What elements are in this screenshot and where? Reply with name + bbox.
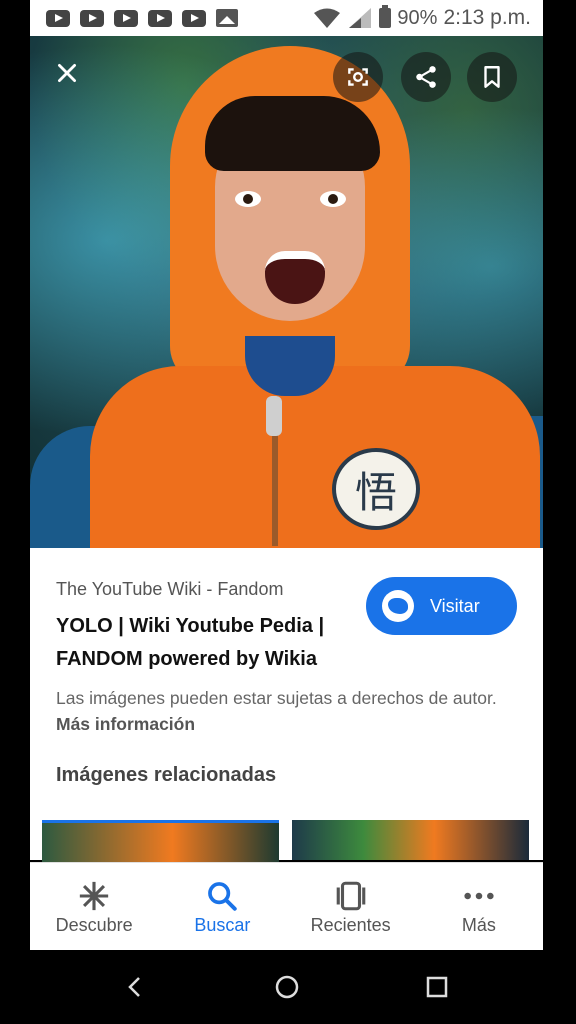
copyright-notice: Las imágenes pueden estar sujetas a dere… (56, 685, 516, 737)
youtube-notification-icon (46, 9, 70, 27)
system-navigation-bar (0, 950, 576, 1024)
nav-label: Recientes (310, 914, 391, 935)
app-frame: 90% 2:13 p.m. 悟 The YouTube Wiki - Fando… (30, 0, 543, 1024)
signal-icon (349, 8, 372, 28)
related-image-thumbnail[interactable] (292, 820, 529, 860)
notification-icons (46, 9, 238, 27)
visit-label: Visitar (430, 595, 480, 616)
rights-text: Las imágenes pueden estar sujetas a dere… (56, 688, 497, 708)
search-icon (208, 881, 238, 911)
lens-button[interactable] (333, 52, 383, 102)
nav-label: Buscar (194, 914, 251, 935)
youtube-notification-icon (148, 9, 172, 27)
overview-icon[interactable] (422, 972, 452, 1002)
related-image-thumbnail[interactable] (42, 820, 279, 863)
battery-icon (379, 5, 392, 28)
back-icon[interactable] (120, 972, 150, 1002)
bottom-navigation: Descubre Buscar Recientes Más (30, 862, 543, 951)
preview-image[interactable]: 悟 (30, 36, 543, 548)
nav-label: Más (461, 914, 496, 935)
related-images-heading: Imágenes relacionadas (56, 764, 277, 786)
result-info-panel: The YouTube Wiki - Fandom YOLO | Wiki Yo… (30, 548, 543, 863)
asterisk-icon (79, 881, 109, 910)
nav-mas[interactable]: Más (415, 863, 543, 951)
battery-percent: 90% (397, 6, 438, 29)
close-icon (58, 64, 76, 82)
close-button[interactable] (42, 48, 92, 98)
system-status: 90% 2:13 p.m. (313, 5, 531, 30)
result-source[interactable]: The YouTube Wiki - Fandom (56, 579, 283, 600)
nav-recientes[interactable]: Recientes (287, 863, 415, 951)
visit-button[interactable]: Visitar (366, 577, 517, 635)
bookmark-icon (484, 66, 500, 88)
share-button[interactable] (401, 52, 451, 102)
nav-label: Descubre (55, 914, 133, 935)
more-info-link[interactable]: Más información (56, 714, 195, 734)
wifi-icon (314, 8, 341, 28)
nav-buscar[interactable]: Buscar (158, 863, 286, 951)
bookmark-button[interactable] (467, 52, 517, 102)
youtube-notification-icon (114, 9, 138, 27)
gallery-notification-icon (216, 9, 238, 27)
nav-descubre[interactable]: Descubre (30, 863, 158, 951)
clock: 2:13 p.m. (443, 6, 531, 29)
kanji-emblem: 悟 (332, 448, 420, 530)
globe-icon (382, 590, 414, 622)
youtube-notification-icon (182, 9, 206, 27)
lens-icon (348, 68, 368, 86)
share-icon (416, 66, 436, 88)
home-icon[interactable] (272, 972, 302, 1002)
result-title[interactable]: YOLO | Wiki Youtube Pedia | FANDOM power… (56, 610, 361, 676)
status-bar: 90% 2:13 p.m. (30, 0, 543, 36)
recent-cards-icon (336, 881, 365, 910)
more-dots-icon (464, 892, 494, 899)
youtube-notification-icon (80, 9, 104, 27)
